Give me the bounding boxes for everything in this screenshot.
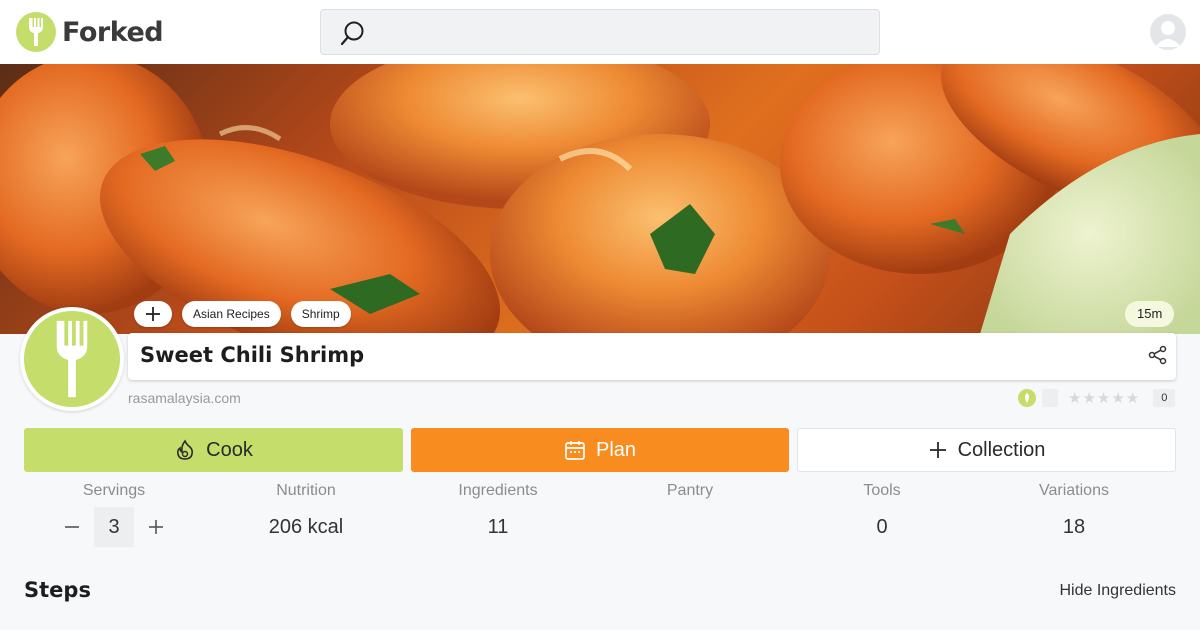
hide-ingredients-toggle[interactable]: Hide Ingredients — [1059, 582, 1176, 600]
ingredients-stat[interactable]: Ingredients 11 — [402, 482, 594, 540]
app-logo[interactable]: Forked — [16, 12, 164, 52]
plus-icon — [929, 442, 946, 458]
time-badge: 15m — [1125, 301, 1175, 327]
collection-label: Collection — [957, 438, 1046, 461]
add-tag-button[interactable] — [134, 301, 172, 327]
variations-value: 18 — [1062, 516, 1086, 538]
pantry-value — [594, 516, 786, 540]
ingredients-value: 11 — [487, 516, 509, 538]
plan-button[interactable]: Plan — [411, 428, 789, 472]
fork-icon — [16, 12, 56, 52]
servings-value[interactable]: 3 — [94, 507, 134, 547]
nutrition-stat[interactable]: Nutrition 206 kcal — [210, 482, 402, 540]
recipe-title: Sweet Chili Shrimp — [140, 343, 365, 367]
servings-stepper: 3 — [56, 507, 172, 547]
tag-list: Asian Recipes Shrimp — [134, 301, 351, 327]
search-input[interactable] — [320, 9, 880, 55]
ingredients-label: Ingredients — [458, 482, 538, 499]
decrease-servings-button[interactable] — [56, 507, 88, 547]
nutrition-label: Nutrition — [276, 482, 336, 499]
tag-shrimp[interactable]: Shrimp — [290, 301, 351, 327]
servings-stat: Servings — [18, 482, 210, 502]
star-icon[interactable]: ★ — [1111, 389, 1124, 407]
calendar-icon — [565, 441, 585, 460]
search-icon — [339, 19, 367, 52]
rating-placeholder — [1042, 389, 1058, 407]
nutrition-value: 206 kcal — [268, 516, 344, 538]
star-rating[interactable]: ★ ★ ★ ★ ★ — [1068, 389, 1139, 407]
share-icon[interactable] — [1148, 345, 1168, 370]
plan-label: Plan — [595, 438, 637, 461]
cook-button[interactable]: Cook — [24, 428, 403, 472]
star-icon[interactable]: ★ — [1126, 389, 1139, 407]
steps-heading: Steps — [24, 578, 91, 602]
plus-icon — [149, 520, 163, 534]
servings-label: Servings — [82, 482, 146, 499]
rating-count: 0 — [1153, 389, 1176, 407]
fork-icon — [24, 311, 120, 407]
star-icon[interactable]: ★ — [1068, 389, 1081, 407]
user-avatar[interactable] — [1150, 14, 1186, 50]
star-icon[interactable]: ★ — [1097, 389, 1110, 407]
tools-stat[interactable]: Tools 0 — [786, 482, 978, 540]
tag-asian-recipes[interactable]: Asian Recipes — [182, 301, 281, 327]
add-to-collection-button[interactable]: Collection — [797, 428, 1176, 472]
plus-icon — [146, 307, 160, 321]
tools-value: 0 — [876, 516, 888, 538]
recipe-source-link[interactable]: rasamalaysia.com — [128, 390, 241, 406]
variations-label: Variations — [1039, 482, 1109, 499]
tools-label: Tools — [863, 482, 901, 499]
star-icon[interactable]: ★ — [1082, 389, 1095, 407]
recipe-avatar — [20, 307, 124, 411]
pantry-label: Pantry — [666, 482, 714, 499]
flame-icon — [177, 439, 194, 460]
minus-icon — [65, 526, 79, 528]
variations-stat[interactable]: Variations 18 — [978, 482, 1170, 540]
recipe-title-card: Sweet Chili Shrimp — [128, 333, 1176, 380]
top-bar: Forked — [0, 0, 1200, 64]
pantry-stat[interactable]: Pantry — [594, 482, 786, 540]
leaf-icon — [1018, 389, 1036, 407]
increase-servings-button[interactable] — [140, 507, 172, 547]
cook-label: Cook — [206, 438, 253, 461]
brand-name: Forked — [62, 16, 164, 48]
recipe-hero-image — [0, 64, 1200, 334]
rating-row: ★ ★ ★ ★ ★ 0 — [1018, 388, 1176, 408]
